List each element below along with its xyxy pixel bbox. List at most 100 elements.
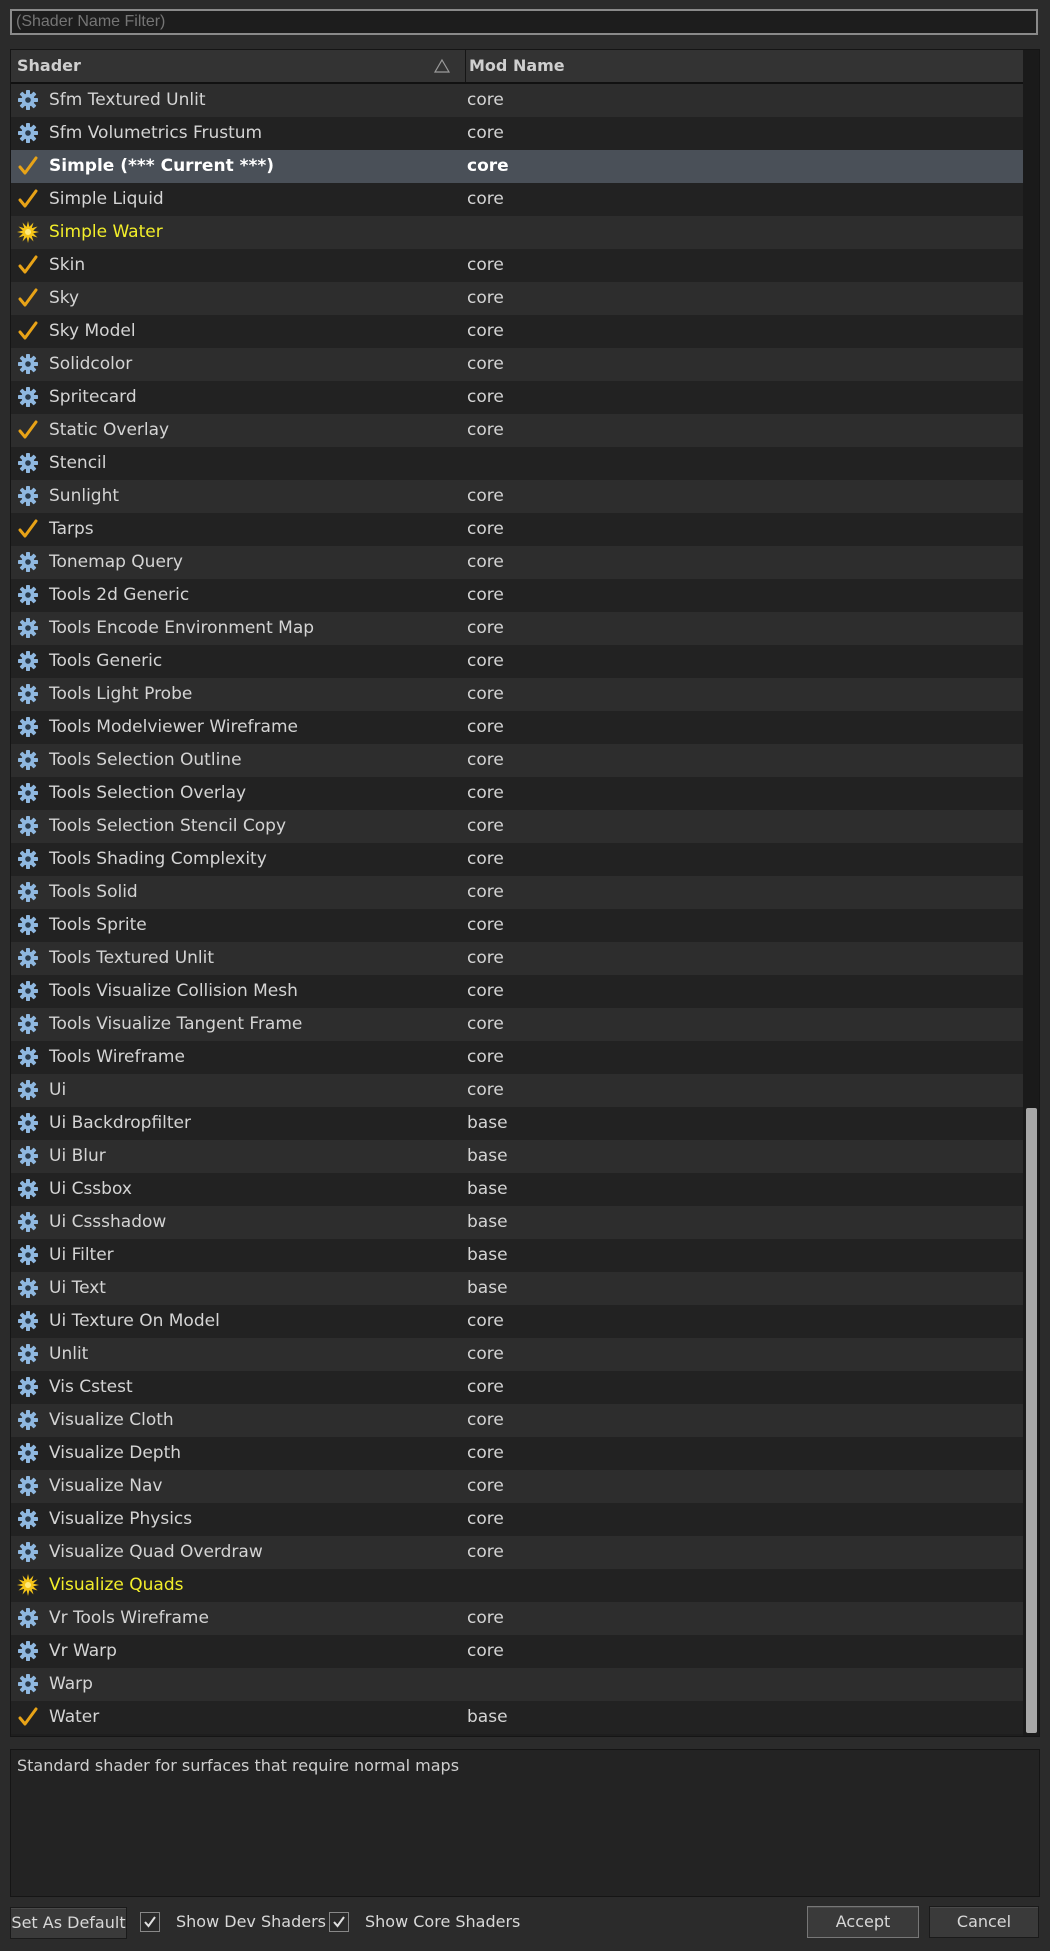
column-header-shader[interactable]: Shader [17, 50, 466, 82]
table-row[interactable]: Tarps core [11, 513, 1023, 546]
vertical-scrollbar[interactable] [1023, 50, 1039, 1736]
table-row[interactable]: Tonemap Query core [11, 546, 1023, 579]
table-row[interactable]: Simple Water [11, 216, 1023, 249]
table-row[interactable]: Tools Sprite core [11, 909, 1023, 942]
table-row[interactable]: Unlit core [11, 1338, 1023, 1371]
table-row[interactable]: Visualize Depth core [11, 1437, 1023, 1470]
table-row[interactable]: Tools Visualize Collision Mesh core [11, 975, 1023, 1008]
mod-name: core [467, 1047, 504, 1067]
gear-icon [17, 1673, 39, 1695]
table-row[interactable]: Spritecard core [11, 381, 1023, 414]
table-row[interactable]: Skin core [11, 249, 1023, 282]
accept-button[interactable]: Accept [807, 1906, 919, 1938]
gear-icon [17, 122, 39, 144]
shader-name: Water [49, 1707, 100, 1727]
shader-name: Visualize Physics [49, 1509, 193, 1529]
scrollbar-thumb[interactable] [1026, 1108, 1037, 1733]
table-row[interactable]: Visualize Cloth core [11, 1404, 1023, 1437]
table-row[interactable]: Sky core [11, 282, 1023, 315]
shader-name: Visualize Quads [49, 1575, 184, 1595]
table-row[interactable]: Sfm Textured Unlit core [11, 84, 1023, 117]
table-row[interactable]: Tools Textured Unlit core [11, 942, 1023, 975]
shader-name: Sfm Volumetrics Frustum [49, 123, 263, 143]
table-row[interactable]: Ui Filter base [11, 1239, 1023, 1272]
shader-name: Sky Model [49, 321, 136, 341]
shader-name: Tools Selection Overlay [49, 783, 247, 803]
shader-name-filter-input[interactable] [10, 9, 1038, 35]
table-row[interactable]: Ui Texture On Model core [11, 1305, 1023, 1338]
mod-name: core [467, 915, 504, 935]
table-row[interactable]: Ui Blur base [11, 1140, 1023, 1173]
table-row[interactable]: Visualize Nav core [11, 1470, 1023, 1503]
mod-name: core [467, 882, 504, 902]
table-row[interactable]: Stencil [11, 447, 1023, 480]
mod-name: core [467, 519, 504, 539]
table-row[interactable]: Visualize Quad Overdraw core [11, 1536, 1023, 1569]
table-row[interactable]: Tools Selection Overlay core [11, 777, 1023, 810]
gear-icon [17, 980, 39, 1002]
shader-name: Stencil [49, 453, 107, 473]
table-row[interactable]: Visualize Quads [11, 1569, 1023, 1602]
set-as-default-button[interactable]: Set As Default [10, 1907, 127, 1939]
mod-name: core [467, 651, 504, 671]
shader-name: Visualize Cloth [49, 1410, 174, 1430]
table-row[interactable]: Tools Encode Environment Map core [11, 612, 1023, 645]
shader-name: Ui Text [49, 1278, 106, 1298]
gear-icon [17, 1475, 39, 1497]
mod-name: core [467, 948, 504, 968]
table-row[interactable]: Simple (*** Current ***) core [11, 150, 1023, 183]
table-row[interactable]: Tools Generic core [11, 645, 1023, 678]
table-row[interactable]: Ui Cssshadow base [11, 1206, 1023, 1239]
shader-table: Shader Mod Name Sfm Textured Unlit core Sf… [10, 49, 1040, 1737]
table-row[interactable]: Tools Light Probe core [11, 678, 1023, 711]
table-row[interactable]: Solidcolor core [11, 348, 1023, 381]
table-row[interactable]: Tools Visualize Tangent Frame core [11, 1008, 1023, 1041]
table-row[interactable]: Tools Solid core [11, 876, 1023, 909]
table-row[interactable]: Visualize Physics core [11, 1503, 1023, 1536]
column-header-mod-name[interactable]: Mod Name [469, 50, 1009, 82]
shader-rows: Sfm Textured Unlit core Sfm Volumetrics Fr… [11, 84, 1023, 1734]
table-row[interactable]: Tools Wireframe core [11, 1041, 1023, 1074]
gear-icon [17, 683, 39, 705]
mod-name: base [467, 1278, 508, 1298]
table-row[interactable]: Vr Tools Wireframe core [11, 1602, 1023, 1635]
gear-icon [17, 1343, 39, 1365]
table-row[interactable]: Tools Selection Outline core [11, 744, 1023, 777]
gear-icon [17, 551, 39, 573]
table-row[interactable]: Tools Modelviewer Wireframe core [11, 711, 1023, 744]
table-row[interactable]: Warp [11, 1668, 1023, 1701]
checkmark-icon [17, 1706, 39, 1728]
table-row[interactable]: Tools Selection Stencil Copy core [11, 810, 1023, 843]
shader-name: Ui Filter [49, 1245, 114, 1265]
table-row[interactable]: Simple Liquid core [11, 183, 1023, 216]
checkmark-icon [17, 254, 39, 276]
cancel-button[interactable]: Cancel [929, 1906, 1039, 1938]
table-row[interactable]: Static Overlay core [11, 414, 1023, 447]
mod-name: core [467, 1410, 504, 1430]
table-header: Shader Mod Name [11, 50, 1023, 84]
table-row[interactable]: Sunlight core [11, 480, 1023, 513]
checkmark-icon [17, 188, 39, 210]
checkmark-icon [17, 155, 39, 177]
mod-name: base [467, 1212, 508, 1232]
mod-name: core [467, 750, 504, 770]
shader-name: Skin [49, 255, 86, 275]
gear-icon [17, 617, 39, 639]
shader-name: Visualize Quad Overdraw [49, 1542, 263, 1562]
table-row[interactable]: Ui Cssbox base [11, 1173, 1023, 1206]
gear-icon [17, 716, 39, 738]
show-dev-shaders-checkbox[interactable] [140, 1912, 160, 1932]
table-row[interactable]: Ui Backdropfilter base [11, 1107, 1023, 1140]
shader-name: Tools Textured Unlit [49, 948, 215, 968]
table-row[interactable]: Tools 2d Generic core [11, 579, 1023, 612]
table-row[interactable]: Sky Model core [11, 315, 1023, 348]
table-row[interactable]: Sfm Volumetrics Frustum core [11, 117, 1023, 150]
mod-name: core [467, 354, 504, 374]
table-row[interactable]: Water base [11, 1701, 1023, 1734]
show-core-shaders-checkbox[interactable] [329, 1912, 349, 1932]
table-row[interactable]: Ui Text base [11, 1272, 1023, 1305]
table-row[interactable]: Vr Warp core [11, 1635, 1023, 1668]
table-row[interactable]: Vis Cstest core [11, 1371, 1023, 1404]
table-row[interactable]: Tools Shading Complexity core [11, 843, 1023, 876]
table-row[interactable]: Ui core [11, 1074, 1023, 1107]
